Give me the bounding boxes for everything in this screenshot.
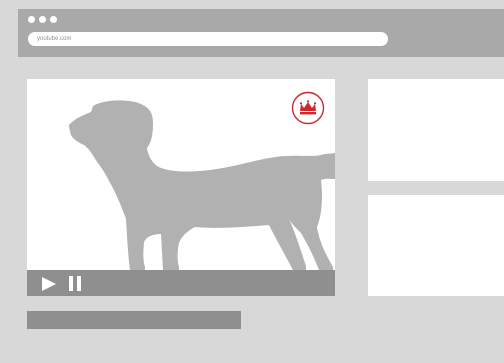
window-minimize-dot[interactable] [39,16,46,23]
window-controls [28,16,57,23]
window-maximize-dot[interactable] [50,16,57,23]
video-title-placeholder [27,311,241,329]
video-player[interactable] [27,79,335,296]
suggested-video-card[interactable] [368,79,504,181]
browser-chrome: youtube.com [18,9,504,57]
address-bar[interactable]: youtube.com [28,32,388,46]
suggested-video-card[interactable] [368,195,504,296]
address-bar-url: youtube.com [37,36,72,42]
play-icon[interactable] [40,275,58,293]
dog-silhouette-icon [69,100,335,270]
crown-badge-icon [291,91,325,125]
window-close-dot[interactable] [28,16,35,23]
video-control-bar [27,270,335,296]
pause-icon[interactable] [67,274,85,292]
